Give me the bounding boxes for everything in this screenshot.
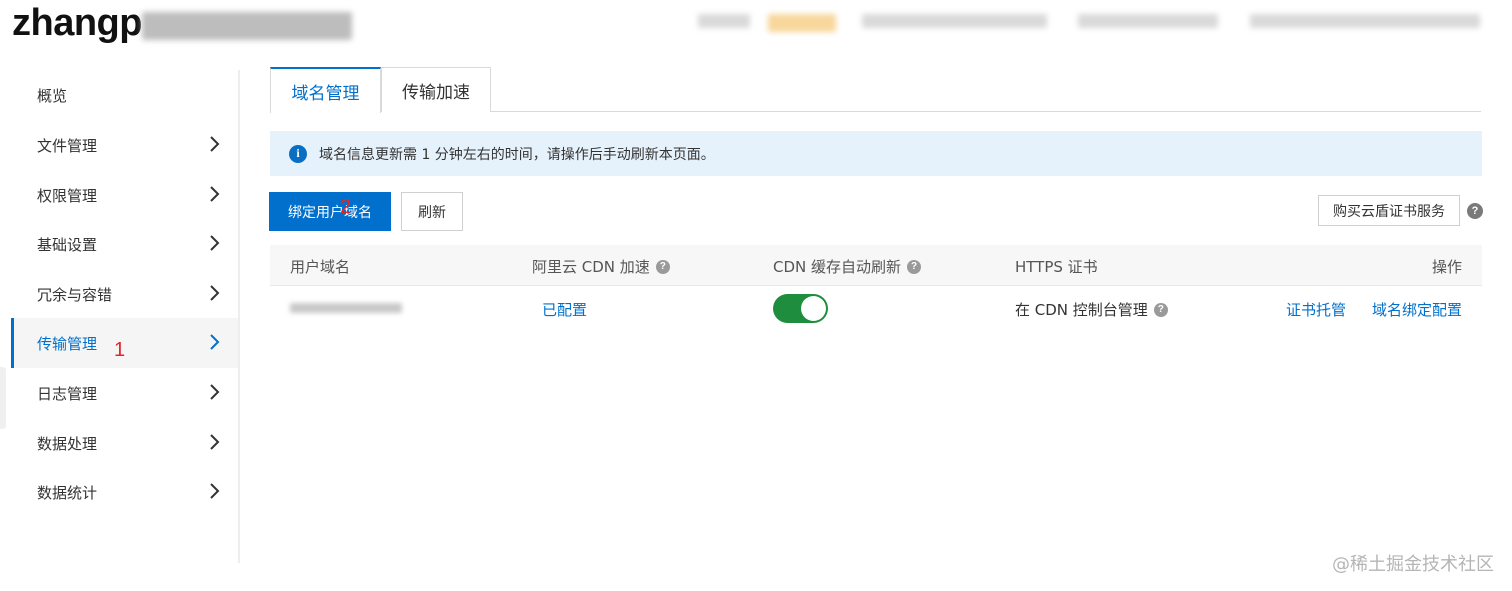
refresh-button[interactable]: 刷新	[401, 192, 463, 231]
cdn-status[interactable]: 已配置	[542, 299, 587, 320]
sidebar-item-label: 冗余与容错	[37, 285, 113, 304]
column-label: CDN 缓存自动刷新	[773, 258, 902, 276]
sidebar-item-log-management[interactable]: 日志管理	[11, 368, 238, 418]
column-label: 用户域名	[290, 258, 351, 276]
sidebar-item-file-management[interactable]: 文件管理	[11, 120, 238, 170]
chevron-right-icon	[204, 432, 224, 452]
redacted-header-info	[862, 14, 1047, 28]
auto-refresh-toggle[interactable]	[773, 294, 828, 323]
chevron-right-icon	[204, 481, 224, 501]
column-header-domain: 用户域名	[290, 256, 350, 277]
https-text: 在 CDN 控制台管理	[1015, 301, 1148, 319]
toggle-knob	[801, 296, 826, 321]
redacted-header-info	[1078, 14, 1218, 28]
sidebar-collapse-handle[interactable]	[0, 367, 6, 429]
sidebar-item-label: 日志管理	[37, 384, 98, 403]
redacted-header-badge	[768, 14, 836, 32]
sidebar-item-label: 文件管理	[37, 136, 98, 155]
annotation-marker-1: 1	[114, 339, 126, 361]
sidebar-item-label: 数据处理	[37, 434, 98, 453]
sidebar-item-label: 传输管理	[37, 334, 98, 353]
chevron-right-icon	[204, 382, 224, 402]
row-actions: 证书托管 域名绑定配置	[1286, 299, 1462, 320]
chevron-right-icon	[204, 184, 224, 204]
watermark: @稀土掘金技术社区	[1332, 554, 1494, 575]
cert-hosting-link[interactable]: 证书托管	[1286, 299, 1346, 320]
page-header: zhangp	[0, 0, 1512, 56]
column-header-actions: 操作	[1432, 256, 1462, 277]
sidebar-item-data-processing[interactable]: 数据处理	[11, 418, 238, 468]
column-label: HTTPS 证书	[1015, 258, 1098, 276]
redacted-header-info	[1250, 14, 1480, 28]
table-header: 用户域名 阿里云 CDN 加速 ? CDN 缓存自动刷新 ? HTTPS 证书 …	[270, 245, 1482, 286]
help-icon[interactable]: ?	[907, 259, 922, 274]
buy-certificate-button[interactable]: 购买云盾证书服务	[1318, 195, 1460, 226]
redacted-domain	[290, 303, 402, 313]
sidebar-item-label: 数据统计	[37, 483, 98, 502]
table-row: 已配置 在 CDN 控制台管理 ? 证书托管 域名绑定配置	[270, 287, 1482, 331]
column-header-cdn-refresh: CDN 缓存自动刷新 ?	[773, 256, 922, 277]
bucket-name: zhangp	[12, 2, 142, 44]
sidebar-item-label: 权限管理	[37, 186, 98, 205]
column-header-https: HTTPS 证书	[1015, 256, 1098, 277]
help-icon[interactable]: ?	[1153, 302, 1168, 317]
redacted-header-info	[698, 14, 750, 28]
chevron-right-icon	[204, 332, 224, 352]
sidebar-item-redundancy[interactable]: 冗余与容错	[11, 269, 238, 319]
sidebar: 概览 文件管理 权限管理 基础设置 冗余与容错 传输管理 1 日志管理 数据处理…	[0, 70, 240, 563]
sidebar-item-label: 基础设置	[37, 235, 98, 254]
sidebar-item-data-statistics[interactable]: 数据统计	[11, 467, 238, 517]
tab-domain-management[interactable]: 域名管理	[270, 67, 381, 113]
chevron-right-icon	[204, 233, 224, 253]
sidebar-item-permission-management[interactable]: 权限管理	[11, 170, 238, 220]
chevron-right-icon	[204, 283, 224, 303]
info-banner: i 域名信息更新需 1 分钟左右的时间，请操作后手动刷新本页面。	[270, 131, 1482, 176]
info-banner-text: 域名信息更新需 1 分钟左右的时间，请操作后手动刷新本页面。	[319, 146, 715, 163]
help-icon[interactable]: ?	[655, 259, 670, 274]
redacted-title-suffix	[142, 12, 352, 40]
column-label: 阿里云 CDN 加速	[532, 258, 650, 276]
chevron-right-icon	[204, 134, 224, 154]
info-icon: i	[289, 144, 307, 163]
column-header-cdn: 阿里云 CDN 加速 ?	[532, 256, 670, 277]
sidebar-item-label: 概览	[37, 86, 68, 105]
cdn-status-link[interactable]: 已配置	[542, 299, 587, 320]
sidebar-item-overview[interactable]: 概览	[11, 70, 238, 120]
help-icon[interactable]: ?	[1467, 203, 1483, 219]
tab-transfer-acceleration[interactable]: 传输加速	[381, 67, 491, 112]
sidebar-item-basic-settings[interactable]: 基础设置	[11, 219, 238, 269]
tab-bar: 域名管理 传输加速	[270, 67, 1481, 113]
bind-domain-button[interactable]: 绑定用户域名	[269, 192, 391, 231]
column-label: 操作	[1431, 258, 1462, 276]
https-cell: 在 CDN 控制台管理 ?	[1015, 299, 1168, 320]
domain-binding-config-link[interactable]: 域名绑定配置	[1372, 299, 1462, 320]
